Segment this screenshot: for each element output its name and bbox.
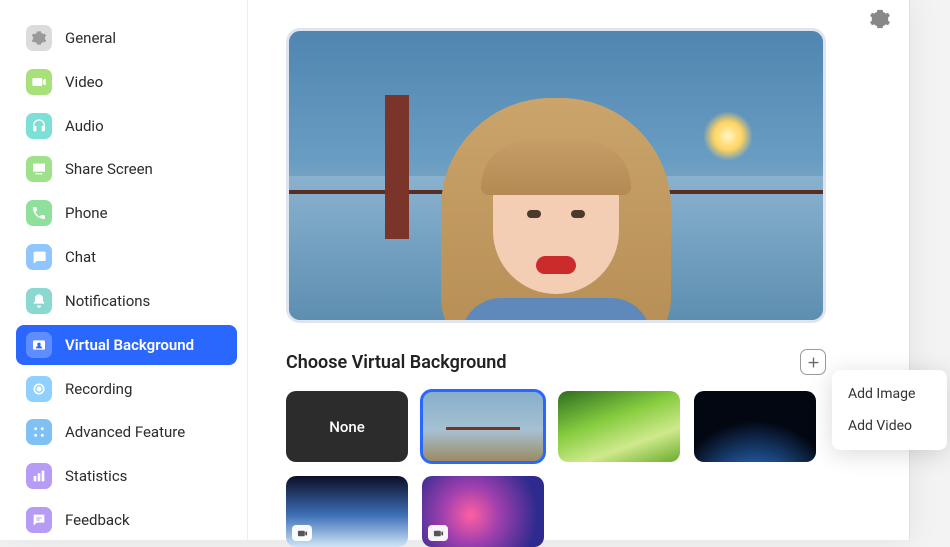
video-badge-icon <box>292 525 312 541</box>
sidebar-item-advanced[interactable]: Advanced Feature <box>16 412 237 452</box>
add-background-menu: Add Image Add Video <box>832 370 947 450</box>
sidebar-item-label: Audio <box>65 117 104 135</box>
background-thumbnails: None <box>286 391 846 547</box>
sidebar-item-video[interactable]: Video <box>16 62 237 102</box>
sidebar-item-notifications[interactable]: Notifications <box>16 281 237 321</box>
phone-icon <box>26 200 52 226</box>
settings-gear-icon[interactable] <box>869 8 891 30</box>
thumb-grass[interactable] <box>558 391 680 462</box>
sidebar-item-label: Video <box>65 73 103 91</box>
menu-add-image[interactable]: Add Image <box>832 378 947 410</box>
sidebar-item-label: Phone <box>65 204 108 222</box>
sidebar-item-label: General <box>65 29 116 47</box>
feedback-icon <box>26 507 52 533</box>
chat-icon <box>26 244 52 270</box>
sidebar-item-label: Feedback <box>65 511 130 529</box>
sidebar-item-label: Recording <box>65 380 132 398</box>
headphones-icon <box>26 113 52 139</box>
main-panel: Choose Virtual Background None <box>248 0 909 540</box>
sidebar-item-statistics[interactable]: Statistics <box>16 456 237 496</box>
sidebar-item-label: Statistics <box>65 467 127 485</box>
thumb-none[interactable]: None <box>286 391 408 462</box>
sidebar-item-phone[interactable]: Phone <box>16 193 237 233</box>
sidebar-item-label: Notifications <box>65 292 150 310</box>
share-screen-icon <box>26 156 52 182</box>
sidebar-item-share-screen[interactable]: Share Screen <box>16 149 237 189</box>
record-icon <box>26 376 52 402</box>
sidebar-item-label: Advanced Feature <box>65 423 185 441</box>
advanced-icon <box>26 419 52 445</box>
thumb-color-blur[interactable] <box>422 476 544 547</box>
stats-icon <box>26 463 52 489</box>
sidebar-item-feedback[interactable]: Feedback <box>16 500 237 540</box>
vb-icon <box>26 332 52 358</box>
add-background-button[interactable] <box>800 349 826 375</box>
sidebar-item-general[interactable]: General <box>16 18 237 58</box>
sidebar-item-chat[interactable]: Chat <box>16 237 237 277</box>
video-preview <box>286 28 826 323</box>
sidebar-item-recording[interactable]: Recording <box>16 369 237 409</box>
video-badge-icon <box>428 525 448 541</box>
sidebar-item-label: Chat <box>65 248 96 266</box>
sidebar-item-label: Share Screen <box>65 160 153 178</box>
thumb-none-label: None <box>329 418 365 436</box>
sidebar-item-virtual-background[interactable]: Virtual Background <box>16 325 237 365</box>
settings-sidebar: General Video Audio Share Screen Phone <box>0 0 248 540</box>
settings-window: General Video Audio Share Screen Phone <box>0 0 910 540</box>
thumb-earth-night[interactable] <box>694 391 816 462</box>
bell-icon <box>26 288 52 314</box>
gear-icon <box>26 25 52 51</box>
preview-person <box>441 98 671 324</box>
video-icon <box>26 69 52 95</box>
menu-add-video[interactable]: Add Video <box>832 410 947 442</box>
thumb-golden-gate[interactable] <box>422 391 544 462</box>
sidebar-item-label: Virtual Background <box>65 336 194 354</box>
thumb-earth-horizon[interactable] <box>286 476 408 547</box>
section-title: Choose Virtual Background <box>286 352 507 373</box>
sidebar-item-audio[interactable]: Audio <box>16 106 237 146</box>
